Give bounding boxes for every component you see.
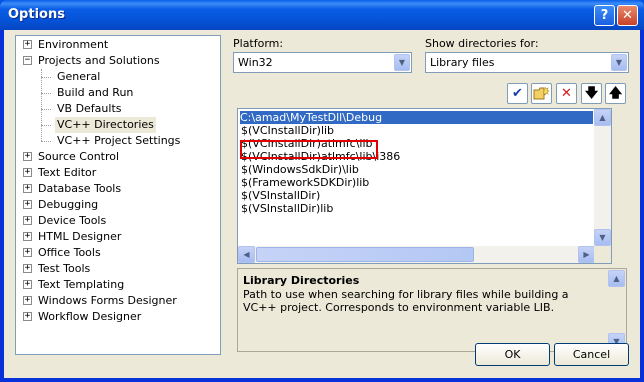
cancel-button[interactable]: Cancel (554, 343, 629, 366)
description-text: Path to use when searching for library f… (243, 288, 569, 314)
window-title: Options (8, 7, 65, 22)
tree-connector (41, 93, 51, 94)
chevron-down-icon[interactable]: ▼ (394, 54, 410, 71)
tree-item-label: Environment (38, 38, 109, 51)
expand-icon[interactable]: + (23, 168, 32, 177)
expand-icon[interactable]: + (23, 216, 32, 225)
options-tree[interactable]: + Environment − Projects and Solutions G… (15, 35, 221, 355)
tree-item-label: Build and Run (57, 86, 134, 99)
directory-row[interactable]: $(VCInstallDir)lib (241, 124, 334, 137)
tree-item-label: Office Tools (38, 246, 101, 259)
delete-x-icon[interactable]: ✕ (556, 83, 577, 104)
scroll-down-icon[interactable]: ▼ (594, 229, 611, 246)
show-directories-label: Show directories for: (425, 37, 539, 50)
expand-icon[interactable]: + (23, 312, 32, 321)
new-folder-icon[interactable] (531, 83, 552, 104)
tree-item-label: Test Tools (38, 262, 91, 275)
scroll-left-icon[interactable]: ◀ (238, 246, 255, 263)
checkmark-icon[interactable]: ✔ (507, 83, 528, 104)
tree-connector (41, 69, 42, 141)
show-directories-combobox[interactable]: Library files ▼ (425, 52, 629, 73)
tree-item-label: VB Defaults (57, 102, 122, 115)
move-down-icon[interactable]: 🡇 (581, 83, 602, 104)
tree-item-label: VC++ Project Settings (57, 134, 181, 147)
platform-combobox[interactable]: Win32 ▼ (233, 52, 412, 73)
tree-connector (41, 141, 51, 142)
expand-icon[interactable]: + (23, 296, 32, 305)
platform-value: Win32 (238, 56, 273, 69)
tree-item-label: Workflow Designer (38, 310, 142, 323)
directory-row-selected[interactable]: C:\amad\MyTestDll\Debug (240, 111, 593, 124)
tree-connector (41, 77, 51, 78)
expand-icon[interactable]: + (23, 248, 32, 257)
title-bar[interactable]: Options ? ✕ (0, 0, 644, 30)
help-button[interactable]: ? (594, 5, 615, 26)
tree-connector (41, 109, 51, 110)
expand-icon[interactable]: + (23, 200, 32, 209)
dialog-client: + Environment − Projects and Solutions G… (4, 30, 640, 378)
expand-icon[interactable]: + (23, 184, 32, 193)
tree-connector (41, 125, 51, 126)
description-title: Library Directories (243, 274, 360, 287)
scrollbar-corner (594, 246, 611, 263)
horizontal-scrollbar[interactable]: ◀ ▶ (238, 246, 595, 263)
move-up-icon[interactable]: 🡅 (605, 83, 626, 104)
tree-item-label: HTML Designer (38, 230, 122, 243)
show-directories-value: Library files (430, 56, 495, 69)
directory-list[interactable]: C:\amad\MyTestDll\Debug $(VCInstallDir)l… (237, 108, 612, 264)
tree-item-label: Text Templating (38, 278, 125, 291)
close-button[interactable]: ✕ (617, 5, 638, 26)
expand-icon[interactable]: + (23, 152, 32, 161)
highlight-annotation (240, 140, 378, 159)
scroll-right-icon[interactable]: ▶ (578, 246, 595, 263)
collapse-icon[interactable]: − (23, 56, 32, 65)
description-panel: Library Directories Path to use when sea… (237, 268, 627, 352)
tree-item-label: Debugging (38, 198, 99, 211)
expand-icon[interactable]: + (23, 232, 32, 241)
expand-icon[interactable]: + (23, 280, 32, 289)
expand-icon[interactable]: + (23, 40, 32, 49)
scroll-up-icon[interactable]: ▲ (608, 270, 625, 287)
scroll-up-icon[interactable]: ▲ (594, 109, 611, 126)
vertical-scrollbar[interactable]: ▲ ▼ (594, 109, 611, 246)
horizontal-scroll-thumb[interactable] (256, 247, 474, 262)
directory-row[interactable]: $(VSInstallDir) (241, 189, 320, 202)
ok-button[interactable]: OK (475, 343, 550, 366)
chevron-down-icon[interactable]: ▼ (611, 54, 627, 71)
expand-icon[interactable]: + (23, 264, 32, 273)
tree-item-label: General (57, 70, 101, 83)
tree-item-label: Device Tools (38, 214, 107, 227)
options-dialog: Options ? ✕ + Environment − Projects and… (0, 0, 644, 382)
tree-item-label: Text Editor (38, 166, 97, 179)
tree-item-label: VC++ Directories (55, 117, 156, 133)
directory-row[interactable]: $(FrameworkSDKDir)lib (241, 176, 369, 189)
tree-item-label: Projects and Solutions (38, 54, 160, 67)
directory-row[interactable]: $(WindowsSdkDir)\lib (241, 163, 359, 176)
platform-label: Platform: (233, 37, 284, 50)
tree-item-label: Database Tools (38, 182, 122, 195)
tree-item-label: Windows Forms Designer (38, 294, 177, 307)
tree-item-label: Source Control (38, 150, 120, 163)
directory-row[interactable]: $(VSInstallDir)lib (241, 202, 333, 215)
